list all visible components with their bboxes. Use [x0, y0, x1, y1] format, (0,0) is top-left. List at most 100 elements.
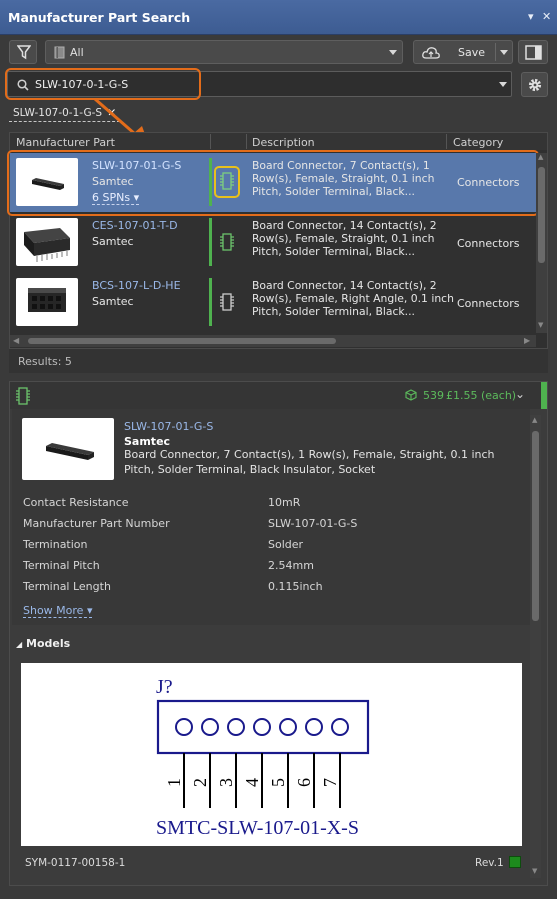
- save-dropdown-icon[interactable]: [500, 50, 508, 55]
- pin-number: 2: [190, 778, 210, 787]
- column-header-part[interactable]: Manufacturer Part: [16, 136, 115, 149]
- save-divider: [495, 43, 496, 61]
- column-divider: [210, 134, 211, 149]
- row-part-number[interactable]: CES-107-01-T-D: [92, 219, 178, 232]
- property-value: 10mR: [268, 496, 301, 509]
- part-thumbnail: [16, 278, 78, 326]
- column-header-description[interactable]: Description: [252, 136, 315, 149]
- connector-image-icon: [24, 228, 70, 262]
- availability-strip: [541, 382, 547, 409]
- pin-number: 6: [294, 778, 314, 787]
- row-category: Connectors: [457, 237, 520, 250]
- filter-button[interactable]: [9, 40, 37, 64]
- panel-close-button[interactable]: ✕: [542, 10, 551, 23]
- column-divider: [246, 134, 247, 149]
- scroll-thumb[interactable]: [538, 167, 545, 263]
- search-settings-button[interactable]: [521, 72, 548, 97]
- models-label: Models: [26, 637, 71, 650]
- results-horizontal-scrollbar[interactable]: ◀ ▶: [10, 335, 536, 347]
- description-line: Row(s), Female, Straight, 0.1 inch: [252, 232, 435, 245]
- results-footer: Results: 5: [9, 349, 548, 373]
- panel-title: Manufacturer Part Search: [8, 10, 191, 25]
- pin-number: 4: [242, 778, 262, 787]
- unit-price: £1.55 (each): [446, 389, 517, 402]
- save-label: Save: [458, 46, 486, 59]
- table-row[interactable]: CES-107-01-T-D Samtec Board Connector, 1…: [10, 213, 536, 272]
- table-row[interactable]: BCS-107-L-D-HE Samtec Board Connector, 1…: [10, 273, 536, 329]
- scroll-down-icon[interactable]: ▼: [538, 321, 543, 329]
- row-callout-highlight: [7, 150, 539, 216]
- stock-count: 539: [423, 389, 444, 402]
- chip-icon: [16, 387, 30, 405]
- column-divider: [446, 134, 447, 149]
- pin-number: 7: [320, 778, 340, 787]
- row-description: Board Connector, 14 Contact(s), 2 Row(s)…: [252, 279, 457, 318]
- layout-toggle-button[interactable]: [518, 40, 548, 64]
- description-line: Pitch, Solder Terminal, Black...: [252, 245, 415, 258]
- property-value: 0.115inch: [268, 580, 323, 593]
- chip-callout-highlight: [214, 166, 240, 198]
- connector-image-icon: [28, 288, 66, 312]
- property-label: Terminal Pitch: [23, 559, 100, 572]
- split-view-icon: [525, 45, 542, 60]
- detail-vertical-scrollbar[interactable]: ▲ ▼: [530, 415, 541, 878]
- connector-image-icon: [46, 443, 94, 460]
- symbol-preview[interactable]: J? 1 2 3 4 5 6 7 SMTC-SLW-107-01-X-S: [21, 663, 522, 846]
- property-label: Contact Resistance: [23, 496, 129, 509]
- scroll-thumb[interactable]: [28, 338, 336, 344]
- symbol-id: SYM-0117-00158-1: [25, 857, 126, 869]
- description-line: Row(s), Female, Right Angle, 0.1 inch: [252, 292, 454, 305]
- scroll-thumb[interactable]: [532, 431, 539, 621]
- property-value: Solder: [268, 538, 304, 551]
- panel-menu-button[interactable]: ▾: [528, 10, 534, 23]
- panel-titlebar: Manufacturer Part Search ▾ ✕: [0, 0, 557, 35]
- results-vertical-scrollbar[interactable]: ▲ ▼: [536, 153, 547, 333]
- row-manufacturer: Samtec: [92, 295, 134, 308]
- revision-label: Rev.1: [475, 857, 504, 869]
- chevron-down-icon: [389, 50, 397, 55]
- part-thumbnail: [16, 218, 78, 266]
- expand-triangle-icon: ◢: [16, 640, 23, 649]
- scroll-left-icon[interactable]: ◀: [13, 336, 19, 345]
- detail-part-number[interactable]: SLW-107-01-G-S: [124, 420, 213, 433]
- pin-number: 1: [164, 778, 184, 787]
- scope-value: All: [70, 46, 84, 59]
- scope-select[interactable]: All: [45, 40, 403, 64]
- collapse-chevron-icon[interactable]: ⌄: [515, 387, 525, 401]
- availability-bar: [209, 278, 212, 326]
- revision-status-icon: [509, 856, 521, 868]
- results-count: Results: 5: [18, 355, 72, 368]
- save-button[interactable]: Save: [413, 40, 513, 64]
- chip-icon: [220, 293, 234, 311]
- scroll-up-icon[interactable]: ▲: [532, 416, 537, 424]
- search-chip-label: SLW-107-0-1-G-S: [13, 107, 103, 119]
- column-header-category[interactable]: Category: [453, 136, 503, 149]
- description-line: Board Connector, 14 Contact(s), 2: [252, 219, 437, 232]
- pin-number: 5: [268, 778, 288, 787]
- scroll-right-icon[interactable]: ▶: [524, 336, 530, 345]
- property-label: Termination: [23, 538, 88, 551]
- pin-number: 3: [216, 778, 236, 787]
- symbol-name: SMTC-SLW-107-01-X-S: [156, 817, 359, 839]
- description-line: Pitch, Solder Terminal, Black...: [252, 305, 415, 318]
- detail-description: Board Connector, 7 Contact(s), 1 Row(s),…: [124, 448, 495, 476]
- availability-bar: [209, 218, 212, 266]
- row-description: Board Connector, 14 Contact(s), 2 Row(s)…: [252, 219, 452, 258]
- scroll-up-icon[interactable]: ▲: [538, 153, 543, 161]
- cloud-save-icon: [422, 47, 440, 59]
- funnel-icon: [17, 45, 31, 60]
- package-icon: [405, 389, 417, 401]
- book-icon: [54, 46, 65, 59]
- search-history-dropdown-icon[interactable]: [499, 82, 507, 87]
- show-more-link[interactable]: Show More ▾: [23, 604, 93, 618]
- property-value: 2.54mm: [268, 559, 314, 572]
- models-section-toggle[interactable]: ◢ Models: [16, 637, 70, 650]
- row-manufacturer: Samtec: [92, 235, 134, 248]
- scroll-down-icon[interactable]: ▼: [532, 867, 537, 875]
- gear-icon: [528, 78, 542, 92]
- row-part-number[interactable]: BCS-107-L-D-HE: [92, 279, 181, 292]
- detail-part-image: [22, 418, 114, 480]
- show-more-label: Show More: [23, 604, 84, 617]
- property-value: SLW-107-01-G-S: [268, 517, 358, 530]
- designator-label: J?: [156, 676, 173, 698]
